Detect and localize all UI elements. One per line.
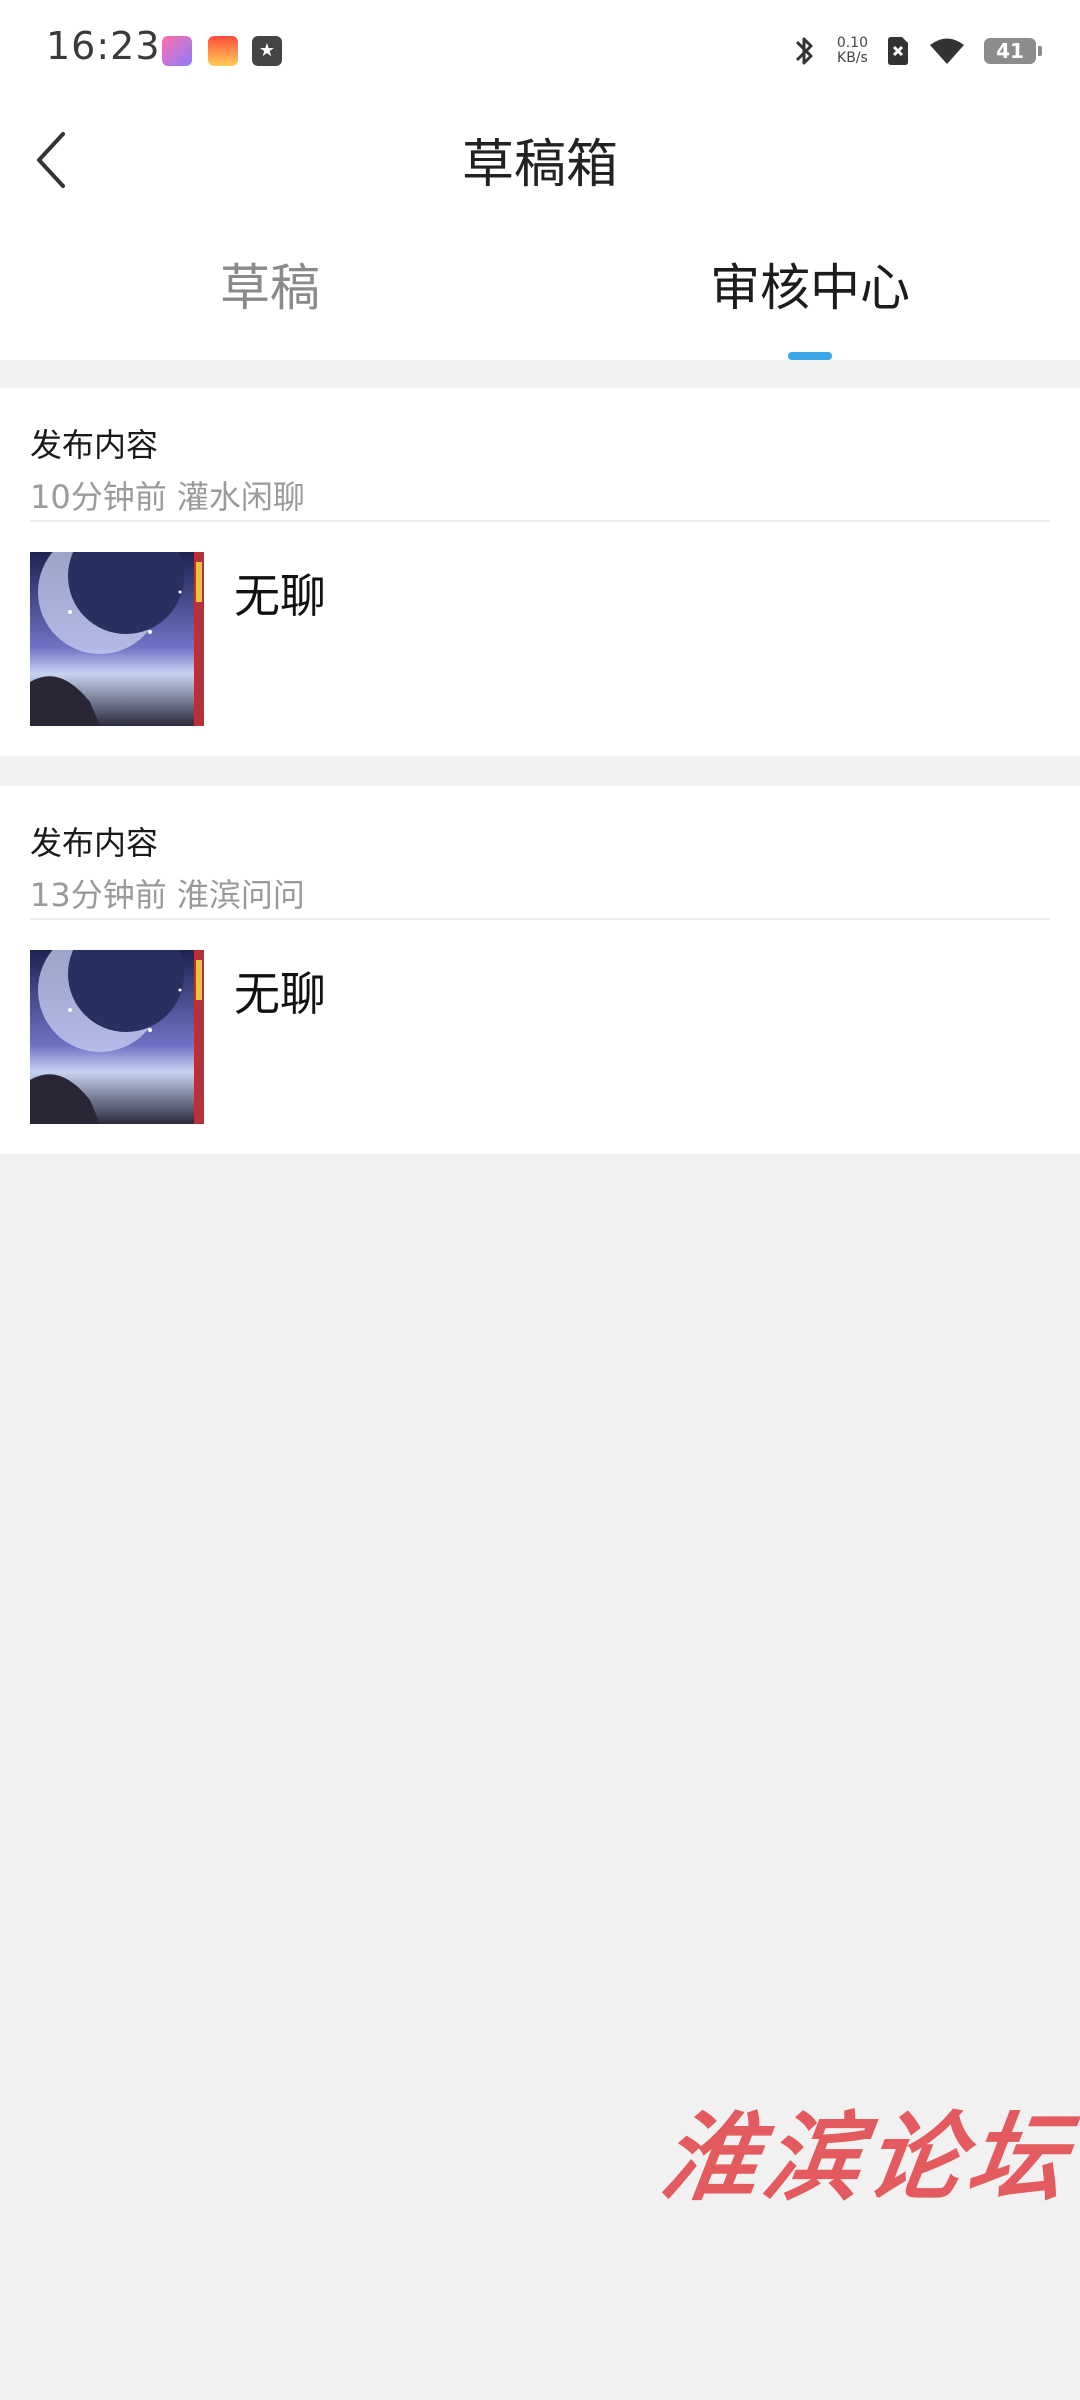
divider [30,918,1050,920]
post-thumbnail[interactable] [30,950,204,1124]
status-time: 16:23 [46,24,161,68]
battery-level: 41 [996,39,1024,63]
network-speed: 0.10 KB/s [837,36,868,66]
divider [30,520,1050,522]
post-meta: 13分钟前 淮滨问问 [30,876,305,914]
network-speed-value: 0.10 [836,35,868,51]
message-notification-icon: ★ [252,36,282,66]
bilibili-app-icon [162,36,192,66]
bluetooth-icon [795,37,813,65]
post-body: 无聊 [234,967,326,1021]
post-card[interactable]: 发布内容 10分钟前 灌水闲聊 无聊 [0,388,1080,756]
navigation-bar: 草稿箱 [0,100,1080,220]
wifi-icon [930,38,964,64]
post-body: 无聊 [234,569,326,623]
post-card[interactable]: 发布内容 13分钟前 淮滨问问 无聊 [0,786,1080,1154]
post-thumbnail[interactable] [30,552,204,726]
network-speed-unit: KB/s [837,50,868,66]
tab-review-center[interactable]: 审核中心 [540,248,1080,320]
battery-icon: 41 [984,38,1042,64]
shopping-app-icon [208,36,238,66]
post-meta: 10分钟前 灌水闲聊 [30,478,305,516]
status-right-group: 0.10 KB/s 41 [791,28,1042,74]
no-sim-icon [888,37,908,65]
post-title: 发布内容 [30,426,159,464]
active-tab-indicator [788,352,832,360]
forum-watermark: 淮滨论坛 [654,2101,1079,2214]
page-title: 草稿箱 [461,135,618,195]
tab-bar: 草稿 审核中心 [0,220,1080,360]
tab-drafts[interactable]: 草稿 [0,248,540,320]
post-title: 发布内容 [30,824,159,862]
status-bar: 16:23 ★ 0.10 KB/s 41 [0,0,1080,100]
